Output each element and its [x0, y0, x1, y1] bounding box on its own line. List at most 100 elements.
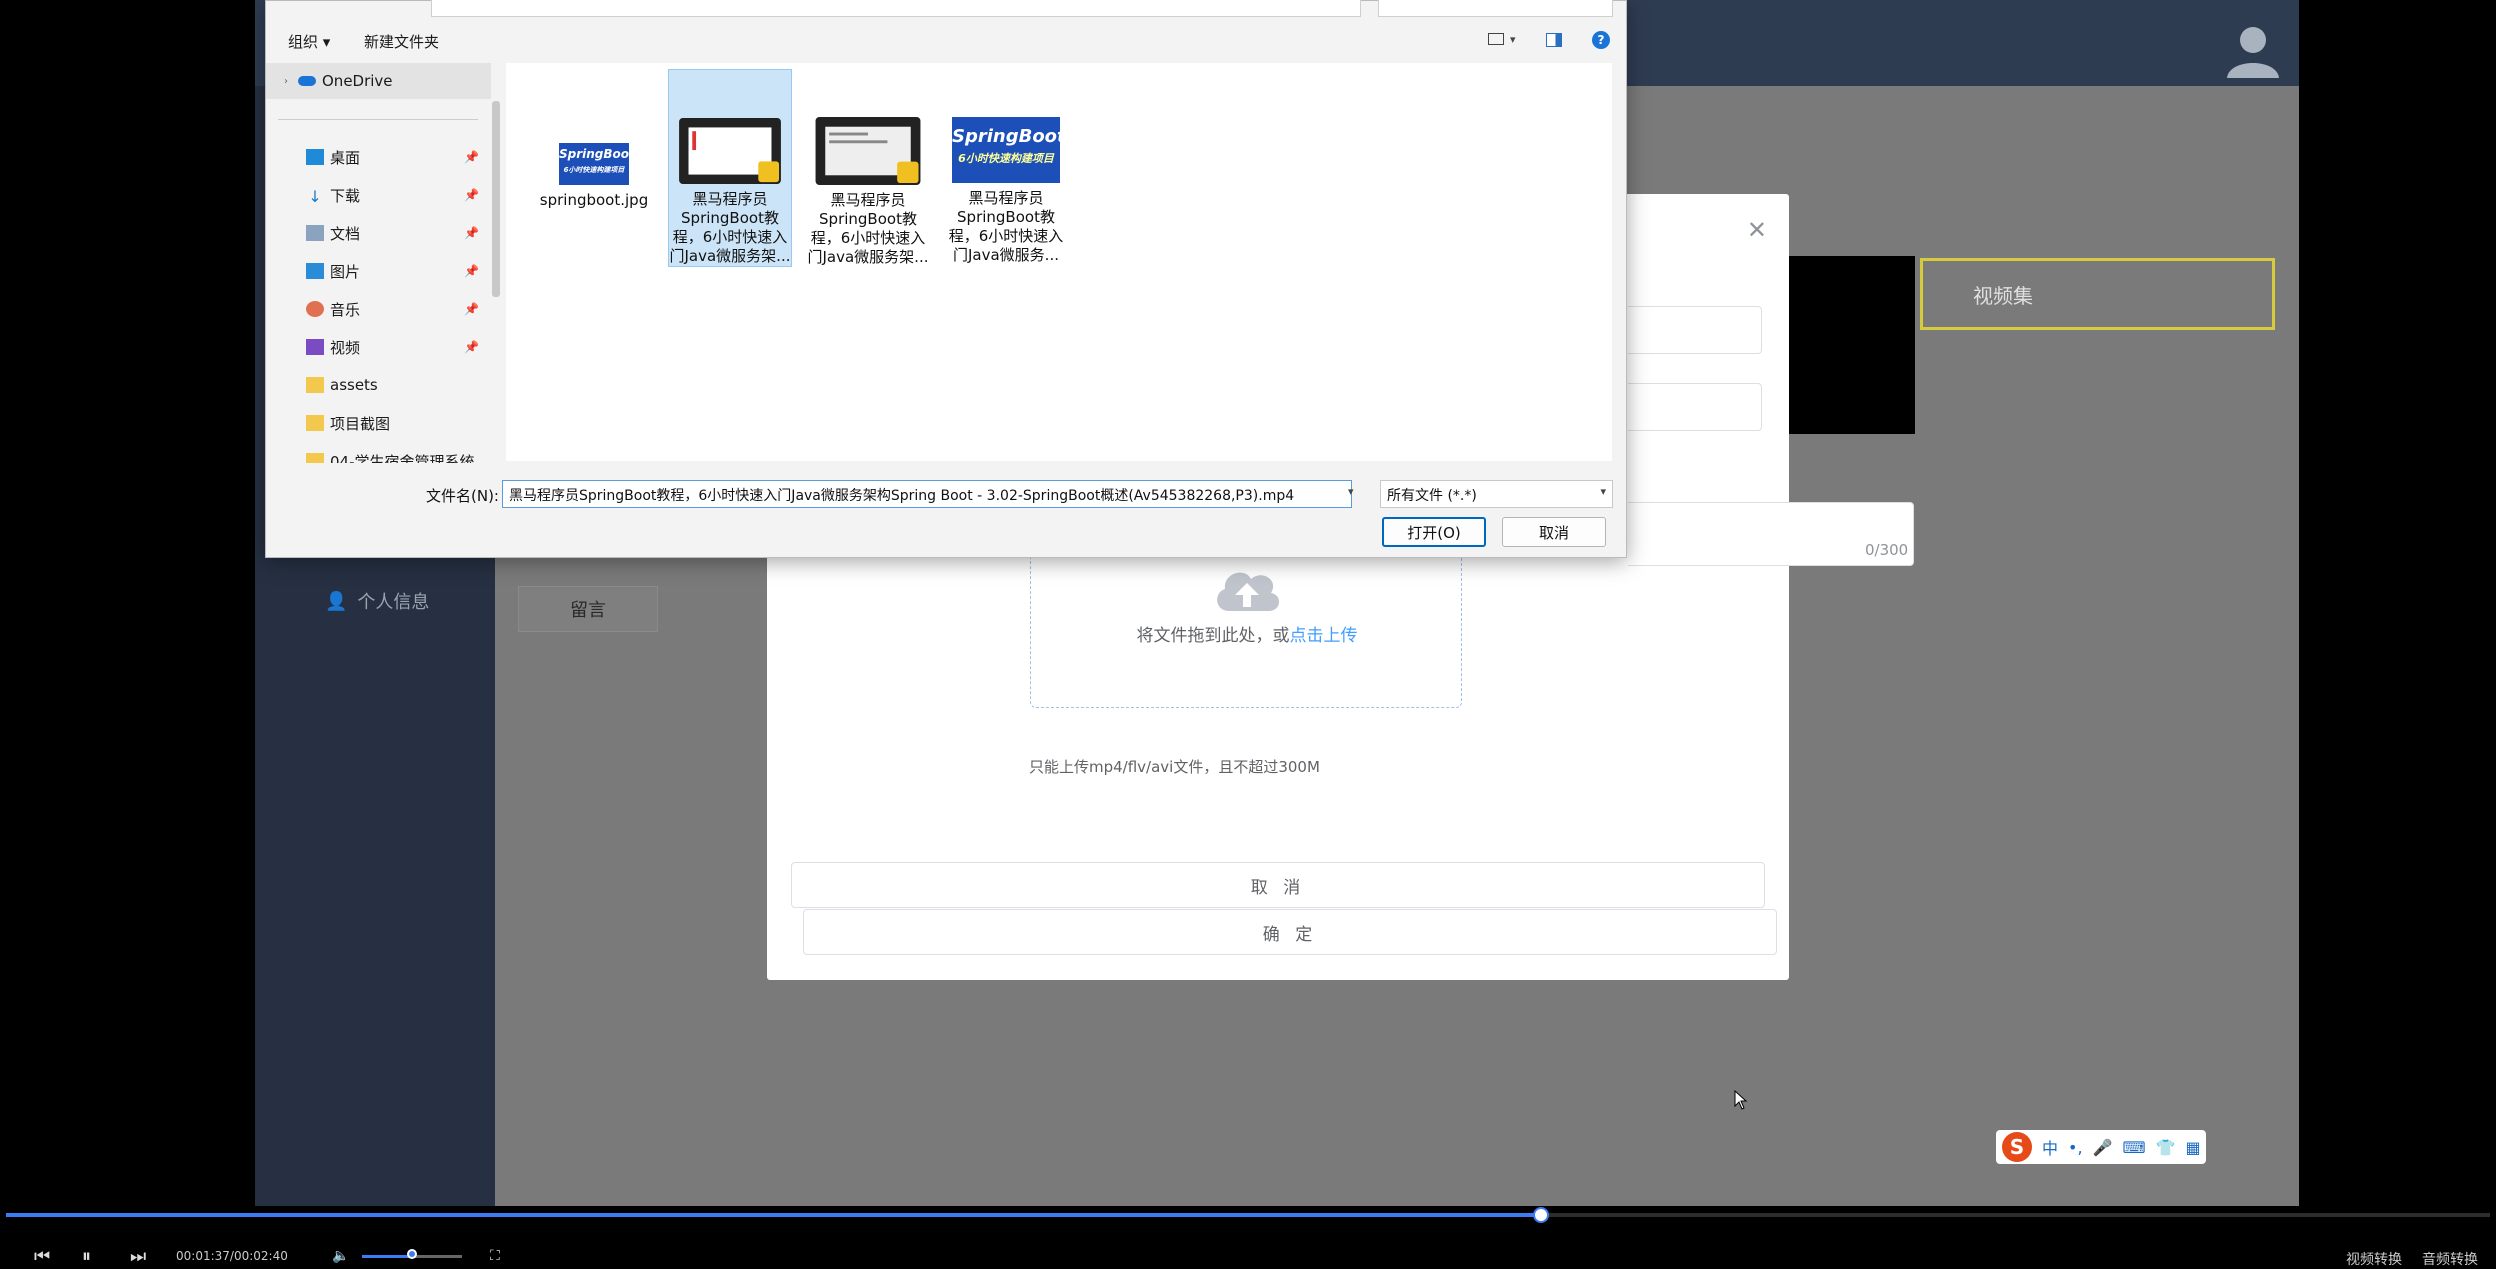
previous-icon[interactable]: ⏮: [34, 1246, 50, 1267]
file-name: 黑马程序员SpringBoot教程，6小时快速入门Java微服务架...: [807, 191, 929, 266]
filename-input[interactable]: 黑马程序员SpringBoot教程，6小时快速入门Java微服务架构Spring…: [502, 480, 1352, 508]
title-input[interactable]: [1628, 306, 1762, 354]
thumb-subtitle: 6小时快速构建项目: [563, 166, 625, 174]
nav-item-pictures[interactable]: 图片 📌: [266, 253, 491, 289]
video-convert-link[interactable]: 视频转换: [2346, 1249, 2402, 1269]
ime-toolbar: S 中 •, 🎤 ⌨ 👕 ▦: [1996, 1130, 2206, 1164]
video-thumbnail-icon: [679, 118, 781, 184]
video-set-button[interactable]: 视频集: [1920, 258, 2275, 330]
pin-icon[interactable]: 📌: [464, 264, 479, 278]
file-item[interactable]: 黑马程序员SpringBoot教程，6小时快速入门Java微服务架...: [806, 69, 930, 267]
new-folder-button[interactable]: 新建文件夹: [364, 31, 439, 52]
confirm-button[interactable]: 确 定: [803, 909, 1777, 955]
toolbox-icon[interactable]: ▦: [2185, 1138, 2200, 1157]
file-item[interactable]: SpringBoot 6小时快速构建项目 springboot.jpg: [532, 63, 656, 210]
ime-punctuation[interactable]: •,: [2068, 1138, 2083, 1157]
nav-item-label: OneDrive: [322, 72, 393, 90]
playback-time: 00:01:37/00:02:40: [176, 1249, 288, 1263]
address-bar[interactable]: [431, 0, 1361, 17]
keyboard-icon[interactable]: ⌨: [2122, 1138, 2145, 1157]
close-icon[interactable]: ✕: [1747, 216, 1767, 244]
char-counter: 0/300: [1865, 541, 1909, 559]
pin-icon[interactable]: 📌: [464, 188, 479, 202]
folder-icon: [306, 377, 324, 393]
open-button[interactable]: 打开(O): [1382, 517, 1486, 547]
cancel-button[interactable]: 取消: [1502, 517, 1606, 547]
upload-text: 将文件拖到此处，或点击上传: [1031, 621, 1463, 646]
nav-item-videos[interactable]: 视频 📌: [266, 329, 491, 365]
chevron-down-icon[interactable]: ▾: [1348, 485, 1354, 498]
view-icon[interactable]: [1488, 33, 1504, 45]
volume-fill: [362, 1255, 412, 1258]
cloud-icon: [298, 76, 316, 86]
nav-item-desktop[interactable]: 桌面 📌: [266, 139, 491, 175]
fullscreen-icon[interactable]: ⛶: [490, 1248, 500, 1264]
nav-item-label: assets: [330, 376, 378, 394]
nav-item-label: 视频: [330, 338, 361, 357]
music-icon: [306, 301, 324, 317]
filename-label: 文件名(N):: [426, 487, 499, 505]
nav-item-label: 桌面: [330, 148, 361, 167]
chevron-down-icon: ▾: [1600, 485, 1606, 498]
nav-item-assets[interactable]: assets: [266, 367, 491, 403]
file-item[interactable]: SpringBoot 6小时快速构建项目 黑马程序员SpringBoot教程，6小…: [944, 69, 1068, 267]
folder-icon: [306, 415, 324, 431]
pin-icon[interactable]: 📌: [464, 226, 479, 240]
nav-item-documents[interactable]: 文档 📌: [266, 215, 491, 251]
file-item-selected[interactable]: 黑马程序员SpringBoot教程，6小时快速入门Java微服务架...: [668, 69, 792, 267]
upload-link[interactable]: 点击上传: [1290, 626, 1358, 646]
video-thumbnail-icon: [815, 117, 921, 185]
volume-handle[interactable]: [407, 1249, 417, 1259]
video-preview: [1787, 256, 1915, 434]
nav-item-label: 文档: [330, 224, 361, 243]
message-button[interactable]: 留言: [518, 586, 658, 632]
nav-item-label: 图片: [330, 262, 361, 281]
thumb-title: SpringBoot: [559, 147, 635, 161]
file-name: springboot.jpg: [539, 191, 649, 209]
nav-item-dorm-system[interactable]: 04-学生宿舍管理系统: [266, 443, 491, 463]
pin-icon[interactable]: 📌: [464, 150, 479, 164]
thumb-subtitle: 6小时快速构建项目: [958, 152, 1054, 165]
audio-convert-link[interactable]: 音频转换: [2422, 1249, 2478, 1269]
nav-divider: [278, 119, 478, 120]
pause-icon[interactable]: ⏸: [82, 1246, 91, 1267]
next-icon[interactable]: ⏭: [130, 1246, 146, 1267]
desktop-icon: [306, 149, 324, 165]
cancel-button[interactable]: 取 消: [791, 862, 1765, 908]
chevron-down-icon[interactable]: ▾: [1510, 33, 1516, 46]
nav-item-music[interactable]: 音乐 📌: [266, 291, 491, 327]
pin-icon[interactable]: 📌: [464, 340, 479, 354]
video-icon: [306, 339, 324, 355]
nav-scrollbar[interactable]: [492, 101, 500, 297]
user-avatar-icon[interactable]: [2225, 22, 2281, 78]
nav-item-downloads[interactable]: ↓ 下载 📌: [266, 177, 491, 213]
skin-icon[interactable]: 👕: [2156, 1138, 2176, 1157]
file-type-select[interactable]: 所有文件 (*.*) ▾: [1380, 480, 1613, 508]
file-open-dialog: 组织 ▾ 新建文件夹 ▾ ? › OneDrive 桌面 📌 ↓ 下载 📌 文档…: [265, 0, 1627, 558]
description-input[interactable]: [1628, 383, 1762, 431]
file-name: 黑马程序员SpringBoot教程，6小时快速入门Java微服务架...: [669, 190, 791, 265]
nav-item-label: 项目截图: [330, 414, 391, 433]
organize-menu[interactable]: 组织 ▾: [288, 31, 330, 52]
preview-pane-icon[interactable]: [1546, 33, 1562, 47]
folder-icon: [306, 453, 324, 463]
chevron-right-icon: ›: [284, 75, 288, 87]
ime-chinese-mode[interactable]: 中: [2042, 1135, 2058, 1159]
pin-icon[interactable]: 📌: [464, 302, 479, 316]
progress-handle[interactable]: [1533, 1207, 1549, 1223]
nav-item-label: 04-学生宿舍管理系统: [330, 452, 475, 464]
cloud-upload-icon: [1217, 572, 1280, 611]
picture-icon: [306, 263, 324, 279]
nav-item-label: 下载: [330, 186, 361, 205]
sogou-logo-icon[interactable]: S: [2002, 1132, 2032, 1162]
volume-icon[interactable]: 🔈: [332, 1248, 349, 1264]
upload-hint: 将文件拖到此处，或: [1136, 626, 1290, 646]
sidebar-item-label: 个人信息: [357, 592, 430, 613]
file-type-value: 所有文件 (*.*): [1387, 488, 1477, 504]
search-box[interactable]: [1378, 0, 1613, 17]
nav-item-onedrive[interactable]: › OneDrive: [266, 63, 491, 99]
nav-item-screenshots[interactable]: 项目截图: [266, 405, 491, 441]
microphone-icon[interactable]: 🎤: [2093, 1138, 2113, 1157]
help-icon[interactable]: ?: [1592, 31, 1610, 49]
sidebar-item-personal-info[interactable]: 👤 个人信息: [325, 588, 429, 614]
